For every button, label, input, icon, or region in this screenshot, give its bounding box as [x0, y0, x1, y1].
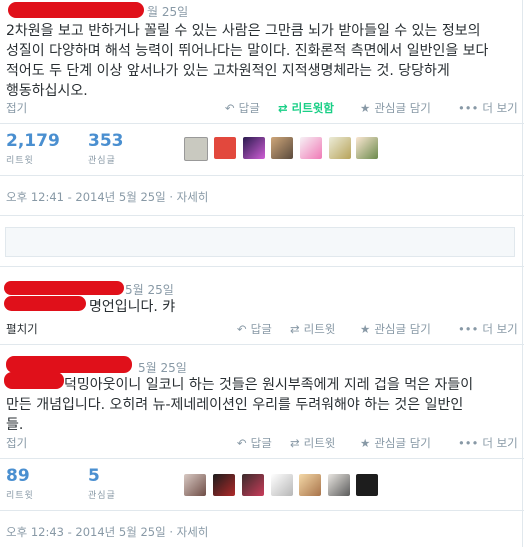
favorite-button[interactable]: ★ 관심글 담기 [360, 321, 431, 337]
reply-button[interactable]: ↶ 답글 [237, 435, 272, 451]
avatar[interactable] [329, 137, 351, 159]
reply-icon: ↶ [237, 322, 247, 336]
divider [0, 123, 524, 124]
tweet-text-line: 들. [6, 417, 24, 433]
collapse-link[interactable]: 접기 [6, 435, 27, 451]
tweet-text-line: 2차원을 보고 반하거나 꼴릴 수 있는 사람은 그만큼 뇌가 받아들일 수 있… [6, 23, 481, 39]
retweet-label: 리트윗 [303, 436, 336, 450]
retweet-icon: ⇄ [278, 101, 288, 115]
favorite-label: 관심글 담기 [374, 322, 431, 336]
tweet-text-span: 덕밍아웃이니 일코니 하는 것들은 원시부족에게 지레 겁을 먹은 자들이 [64, 377, 474, 393]
avatar[interactable] [243, 137, 265, 159]
tweet-actions: 접기 ↶ 답글 ⇄ 리트윗함 ★ 관심글 담기 ••• 더 보기 [0, 98, 524, 118]
star-icon: ★ [360, 436, 371, 450]
avatar[interactable] [271, 137, 293, 159]
avatar[interactable] [300, 137, 322, 159]
favorite-label: 관심글 담기 [374, 101, 431, 115]
favorite-button[interactable]: ★ 관심글 담기 [360, 100, 431, 116]
tweet-text: 덕밍아웃이니 일코니 하는 것들은 원시부족에게 지레 겁을 먹은 자들이 만든… [6, 375, 518, 435]
redacted-username [6, 356, 132, 373]
more-label: 더 보기 [482, 436, 518, 450]
retweet-icon: ⇄ [290, 436, 300, 450]
more-dots-icon: ••• [458, 436, 479, 450]
more-button[interactable]: ••• 더 보기 [458, 435, 518, 451]
avatar[interactable] [184, 474, 206, 496]
expand-link[interactable]: 펼치기 [6, 321, 38, 337]
avatar[interactable] [242, 474, 264, 496]
divider [0, 344, 524, 345]
divider [0, 266, 524, 267]
retweet-count-label: 리트윗 [6, 156, 34, 166]
star-icon: ★ [360, 322, 371, 336]
tweet-text: 2차원을 보고 반하거나 꼴릴 수 있는 사람은 그만큼 뇌가 받아들일 수 있… [6, 21, 518, 101]
retweet-label: 리트윗 [303, 322, 336, 336]
collapse-link[interactable]: 접기 [6, 100, 27, 116]
more-label: 더 보기 [482, 322, 518, 336]
retweet-count[interactable]: 2,179 리트윗 [6, 131, 60, 166]
more-dots-icon: ••• [458, 101, 479, 115]
favorite-button[interactable]: ★ 관심글 담기 [360, 435, 431, 451]
favorite-count-value: 353 [88, 131, 124, 151]
avatar[interactable] [213, 474, 235, 496]
favorite-count[interactable]: 353 관심글 [88, 131, 124, 166]
divider [0, 458, 524, 459]
reply-label: 답글 [250, 322, 272, 336]
tweet-date: 월 25일 [147, 5, 189, 19]
reply-label: 답글 [250, 436, 272, 450]
avatar[interactable] [299, 474, 321, 496]
reply-date: 5월 25일 [125, 283, 174, 297]
reply-button[interactable]: ↶ 답글 [237, 321, 272, 337]
tweet-text-line: 적어도 두 단계 이상 앞서나가 있는 고차원적인 지적생명체라는 것. 당당하… [6, 63, 450, 79]
tweet-timestamp[interactable]: 오후 12:41 - 2014년 5월 25일 · 자세히 [6, 189, 208, 205]
retweet-button[interactable]: ⇄ 리트윗 [290, 435, 335, 451]
favorite-count-value: 5 [88, 466, 100, 486]
redacted-username [4, 281, 124, 295]
retweet-count[interactable]: 89 리트윗 [6, 466, 34, 501]
tweet-date: 5월 25일 [138, 361, 187, 375]
more-button[interactable]: ••• 더 보기 [458, 100, 518, 116]
tweet-actions: 접기 ↶ 답글 ⇄ 리트윗 ★ 관심글 담기 ••• 더 보기 [0, 433, 524, 453]
avatar[interactable] [356, 474, 378, 496]
retweet-icon: ⇄ [290, 322, 300, 336]
reply-button[interactable]: ↶ 답글 [225, 100, 260, 116]
retweet-count-value: 89 [6, 466, 30, 486]
reply-text: 명언입니다. 캬 [89, 299, 176, 315]
tweet-text-line: 덕밍아웃이니 일코니 하는 것들은 원시부족에게 지레 겁을 먹은 자들이 [6, 375, 518, 395]
more-button[interactable]: ••• 더 보기 [458, 321, 518, 337]
favorite-label: 관심글 담기 [374, 436, 431, 450]
retweet-button[interactable]: ⇄ 리트윗함 [278, 100, 334, 116]
more-label: 더 보기 [482, 101, 518, 115]
reply-actions: 펼치기 ↶ 답글 ⇄ 리트윗 ★ 관심글 담기 ••• 더 보기 [0, 319, 524, 339]
retweet-button[interactable]: ⇄ 리트윗 [290, 321, 335, 337]
reply-icon: ↶ [237, 436, 247, 450]
avatar[interactable] [356, 137, 378, 159]
reply-label: 답글 [238, 101, 260, 115]
divider [0, 510, 524, 511]
tweet-text-line: 성질이 다양하며 해석 능력이 뛰어나다는 말이다. 진화론적 측면에서 일반인… [6, 43, 489, 59]
retweet-count-value: 2,179 [6, 131, 60, 151]
avatar[interactable] [271, 474, 293, 496]
reply-input-box[interactable] [5, 227, 515, 257]
reply-icon: ↶ [225, 101, 235, 115]
star-icon: ★ [360, 101, 371, 115]
favorite-count[interactable]: 5 관심글 [88, 466, 116, 501]
tweet-timestamp[interactable]: 오후 12:43 - 2014년 5월 25일 · 자세히 [6, 524, 208, 540]
avatar[interactable] [328, 474, 350, 496]
redacted-username [8, 2, 144, 18]
favorite-count-label: 관심글 [88, 156, 116, 166]
divider [0, 215, 524, 216]
favorite-count-label: 관심글 [88, 491, 116, 501]
retweet-count-label: 리트윗 [6, 491, 34, 501]
more-dots-icon: ••• [458, 322, 479, 336]
right-border [522, 0, 523, 547]
avatar[interactable] [184, 137, 208, 161]
tweet-text-line: 만든 개념입니다. 오히려 뉴-제네레이션인 우리를 두려워해야 하는 것은 일… [6, 397, 464, 413]
redacted-username [4, 296, 86, 311]
divider [0, 175, 524, 176]
avatar[interactable] [214, 137, 236, 159]
retweet-label: 리트윗함 [291, 101, 334, 115]
